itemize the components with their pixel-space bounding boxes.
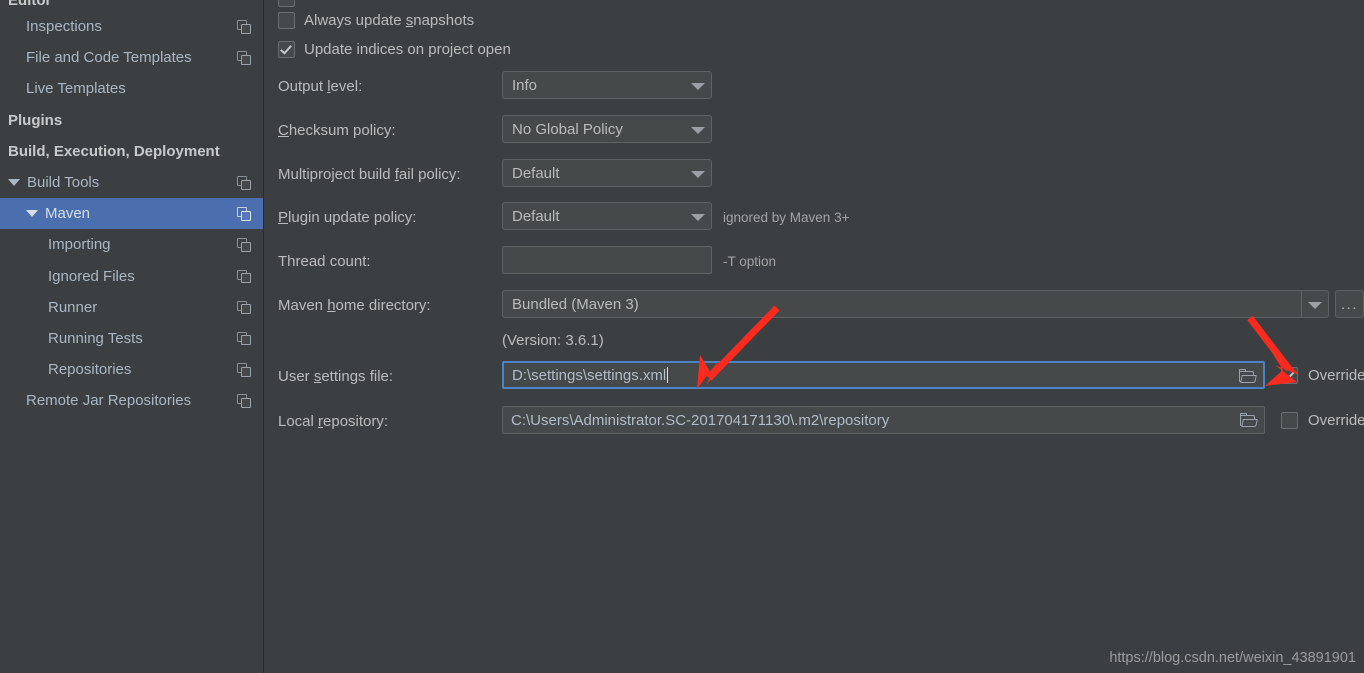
user-settings-file-input[interactable]: D:\settings\settings.xml: [502, 361, 1265, 389]
local-repository-label: Local repository:: [278, 413, 389, 430]
copy-icon[interactable]: [237, 20, 251, 34]
sidebar-item-label: Plugins: [8, 111, 63, 129]
checksum-policy-value: No Global Policy: [512, 120, 623, 138]
folder-icon: [1240, 412, 1258, 427]
user-settings-file-browse-button[interactable]: [1233, 363, 1263, 387]
sidebar-item-importing[interactable]: Importing: [0, 229, 263, 260]
plugin-update-policy-value: Default: [512, 207, 560, 225]
sidebar-item-label: Maven: [45, 205, 91, 223]
local-repository-override-row[interactable]: Override: [1281, 412, 1364, 429]
checksum-policy-label: Checksum policy:: [278, 122, 396, 139]
copy-icon[interactable]: [237, 331, 251, 346]
watermark-text: https://blog.csdn.net/weixin_43891901: [1109, 650, 1356, 666]
copy-icon[interactable]: [237, 207, 251, 221]
sidebar-item-label: Importing: [48, 236, 111, 254]
maven-home-value: Bundled (Maven 3): [512, 295, 639, 313]
plugin-update-policy-combobox[interactable]: Default: [502, 202, 712, 230]
multiproject-fail-policy-value: Default: [512, 164, 560, 182]
settings-sidebar-tree[interactable]: Editor Inspections File and Code Templates…: [0, 0, 264, 673]
sidebar-item-repositories[interactable]: Repositories: [0, 354, 263, 385]
sidebar-item-live-templates[interactable]: Live Templates: [0, 73, 263, 104]
sidebar-item-label: Build, Execution, Deployment: [8, 142, 220, 160]
user-settings-file-label: User settings file:: [278, 368, 394, 385]
sidebar-item-ignored-files[interactable]: Ignored Files: [0, 261, 263, 292]
sidebar-item-label: Editor: [8, 0, 52, 9]
always-update-snapshots-label: Always update snapshots: [304, 12, 475, 29]
sidebar-item-runner[interactable]: Runner: [0, 292, 263, 323]
sidebar-item-label: Ignored Files: [48, 267, 135, 285]
sidebar-item-label: Build Tools: [27, 174, 100, 192]
ellipsis-icon: ...: [1340, 296, 1358, 313]
plugin-update-policy-label: Plugin update policy:: [278, 209, 417, 226]
sidebar-item-label: Inspections: [26, 18, 102, 36]
plugin-update-policy-hint: ignored by Maven 3+: [723, 210, 850, 225]
sidebar-item-label: Repositories: [48, 361, 132, 379]
chevron-down-icon[interactable]: [685, 160, 711, 186]
user-settings-file-value: D:\settings\settings.xml: [512, 366, 669, 384]
chevron-down-icon[interactable]: [685, 72, 711, 98]
copy-icon[interactable]: [237, 300, 251, 315]
copy-icon[interactable]: [237, 363, 251, 377]
output-level-label: Output level:: [278, 78, 363, 95]
copy-icon[interactable]: [237, 238, 251, 252]
maven-version-note: (Version: 3.6.1): [502, 332, 604, 349]
output-level-combobox[interactable]: Info: [502, 71, 712, 99]
text-caret: [667, 366, 669, 383]
sidebar-item-label: Live Templates: [26, 80, 126, 98]
partial-checkbox-row-top[interactable]: [278, 0, 295, 7]
user-settings-override-label: Override: [1308, 367, 1364, 384]
settings-dialog: Editor Inspections File and Code Templates…: [0, 0, 1364, 673]
checksum-policy-combobox[interactable]: No Global Policy: [502, 115, 712, 143]
maven-home-label: Maven home directory:: [278, 297, 431, 314]
maven-home-combobox[interactable]: Bundled (Maven 3): [502, 290, 1329, 318]
sidebar-item-maven[interactable]: Maven: [0, 198, 263, 230]
sidebar-item-file-and-code-templates[interactable]: File and Code Templates: [0, 42, 263, 73]
sidebar-item-label: Running Tests: [48, 329, 143, 347]
local-repository-value: C:\Users\Administrator.SC-201704171130\.…: [511, 411, 890, 429]
thread-count-input[interactable]: [502, 246, 712, 274]
chevron-down-icon[interactable]: [1301, 291, 1328, 317]
output-level-value: Info: [512, 76, 538, 94]
user-settings-override-checkbox[interactable]: [1281, 367, 1298, 384]
folder-icon: [1239, 368, 1257, 383]
checkbox-row-update-indices[interactable]: Update indices on project open: [278, 41, 511, 58]
sidebar-item-label: File and Code Templates: [26, 49, 192, 67]
local-repository-input[interactable]: C:\Users\Administrator.SC-201704171130\.…: [502, 406, 1265, 434]
copy-icon[interactable]: [237, 51, 251, 65]
chevron-down-icon[interactable]: [26, 207, 39, 220]
sidebar-item-build-tools[interactable]: Build Tools: [0, 167, 263, 198]
sidebar-item-editor[interactable]: Editor: [0, 0, 263, 11]
local-repository-override-label: Override: [1308, 412, 1364, 429]
partial-checkbox[interactable]: [278, 0, 295, 7]
chevron-down-icon[interactable]: [8, 176, 21, 189]
sidebar-item-running-tests[interactable]: Running Tests: [0, 323, 263, 354]
maven-settings-panel: Always update snapshots Update indices o…: [264, 0, 1364, 673]
local-repository-override-checkbox[interactable]: [1281, 412, 1298, 429]
chevron-down-icon[interactable]: [685, 203, 711, 229]
multiproject-fail-policy-label: Multiproject build fail policy:: [278, 166, 461, 183]
copy-icon[interactable]: [237, 394, 251, 408]
always-update-snapshots-checkbox[interactable]: [278, 12, 295, 29]
sidebar-item-plugins[interactable]: Plugins: [0, 105, 263, 136]
sidebar-item-inspections[interactable]: Inspections: [0, 11, 263, 42]
local-repository-browse-button[interactable]: [1234, 407, 1264, 433]
update-indices-label: Update indices on project open: [304, 41, 511, 58]
copy-icon[interactable]: [237, 176, 251, 190]
sidebar-item-label: Remote Jar Repositories: [26, 392, 192, 410]
update-indices-checkbox[interactable]: [278, 41, 295, 58]
copy-icon[interactable]: [237, 269, 251, 284]
chevron-down-icon[interactable]: [685, 116, 711, 142]
user-settings-override-row[interactable]: Override: [1281, 367, 1364, 384]
sidebar-item-remote-jar-repositories[interactable]: Remote Jar Repositories: [0, 385, 263, 416]
thread-count-hint: -T option: [723, 254, 777, 269]
maven-home-browse-button[interactable]: ...: [1335, 290, 1364, 318]
sidebar-item-label: Runner: [48, 298, 98, 316]
sidebar-item-build-execution-deployment[interactable]: Build, Execution, Deployment: [0, 136, 263, 167]
checkbox-row-always-update-snapshots[interactable]: Always update snapshots: [278, 12, 474, 29]
thread-count-label: Thread count:: [278, 253, 371, 270]
multiproject-fail-policy-combobox[interactable]: Default: [502, 159, 712, 187]
